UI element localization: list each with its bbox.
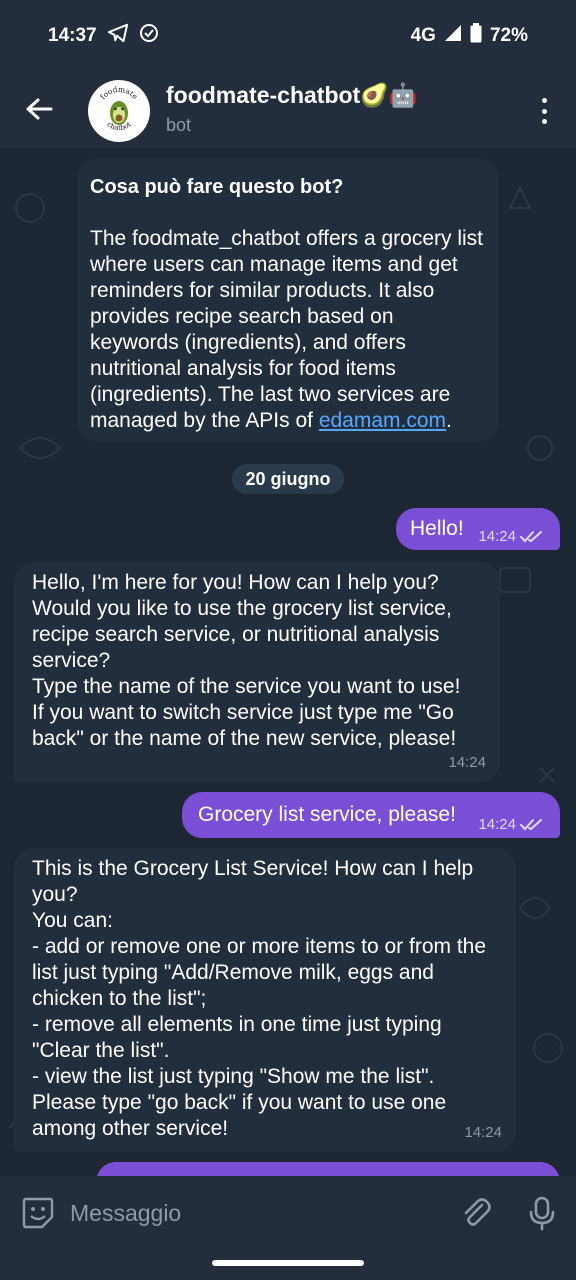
message-text: Grocery list service, please!	[198, 803, 456, 826]
telegram-icon	[107, 23, 129, 49]
more-menu-button[interactable]	[534, 96, 554, 126]
chat-header: foodmate chatbot foodmate-chatbot🥑🤖 bot	[0, 72, 576, 148]
battery-icon	[470, 23, 482, 49]
message-composer	[0, 1176, 576, 1250]
info-card-title: Cosa può fare questo bot?	[90, 176, 344, 198]
info-card-period: .	[446, 409, 452, 432]
network-label: 4G	[410, 25, 436, 46]
dot-icon	[541, 108, 547, 114]
message-incoming[interactable]: This is the Grocery List Service! How ca…	[14, 848, 516, 1152]
message-outgoing-partial[interactable]	[96, 1162, 560, 1176]
signal-icon	[444, 24, 462, 48]
avatar-text-top: foodmate	[98, 85, 140, 102]
check-circle-icon	[139, 23, 159, 49]
dot-icon	[541, 98, 547, 103]
status-right: 4G 72%	[411, 23, 528, 49]
status-left: 14:37	[48, 23, 159, 49]
svg-text:foodmate: foodmate	[98, 85, 140, 102]
home-indicator[interactable]	[212, 1260, 364, 1266]
edamam-link[interactable]: edamam.com	[319, 409, 446, 432]
message-incoming[interactable]: Hello, I'm here for you! How can I help …	[14, 562, 500, 782]
gesture-bar	[0, 1250, 576, 1280]
bot-info-card: Cosa può fare questo bot? The foodmate_c…	[78, 158, 498, 442]
date-separator: 20 giugno	[232, 464, 344, 494]
double-check-icon	[520, 531, 542, 543]
message-text: Hello, I'm here for you! How can I help …	[32, 571, 461, 750]
arrow-left-icon	[26, 98, 53, 120]
message-outgoing[interactable]: Hello! 14:24	[396, 508, 560, 550]
paperclip-icon	[464, 1198, 491, 1226]
sticker-icon	[22, 1197, 54, 1229]
double-check-icon	[520, 819, 542, 831]
message-time: 14:24	[478, 816, 516, 833]
microphone-icon	[529, 1196, 555, 1231]
battery-level: 72%	[489, 25, 528, 46]
message-outgoing[interactable]: Grocery list service, please! 14:24	[182, 792, 560, 838]
message-time: 14:24	[448, 754, 486, 771]
status-time: 14:37	[48, 25, 97, 46]
microphone-button[interactable]	[524, 1195, 560, 1231]
message-meta: 14:24	[478, 812, 544, 838]
info-card-body: The foodmate_chatbot offers a grocery li…	[90, 226, 484, 434]
attach-button[interactable]	[458, 1195, 494, 1231]
chat-title: foodmate-chatbot🥑🤖	[166, 82, 418, 108]
status-bar: 14:37 4G 72%	[0, 0, 576, 72]
avatar[interactable]: foodmate chatbot	[88, 80, 150, 142]
message-input[interactable]	[70, 1194, 430, 1232]
info-card-text: The foodmate_chatbot offers a grocery li…	[90, 227, 483, 432]
chat-title-block[interactable]: foodmate-chatbot🥑🤖 bot	[166, 82, 417, 136]
chat-area[interactable]: Cosa può fare questo bot? The foodmate_c…	[0, 148, 576, 1176]
message-text: Hello!	[410, 517, 464, 540]
message-time: 14:24	[464, 1124, 502, 1141]
message-meta: 14:24	[478, 524, 544, 550]
chat-subtitle: bot	[166, 115, 192, 135]
dot-icon	[541, 119, 547, 124]
back-button[interactable]	[22, 92, 56, 126]
message-time: 14:24	[478, 528, 516, 545]
emoji-button[interactable]	[20, 1195, 56, 1231]
message-text: This is the Grocery List Service! How ca…	[32, 857, 487, 1140]
